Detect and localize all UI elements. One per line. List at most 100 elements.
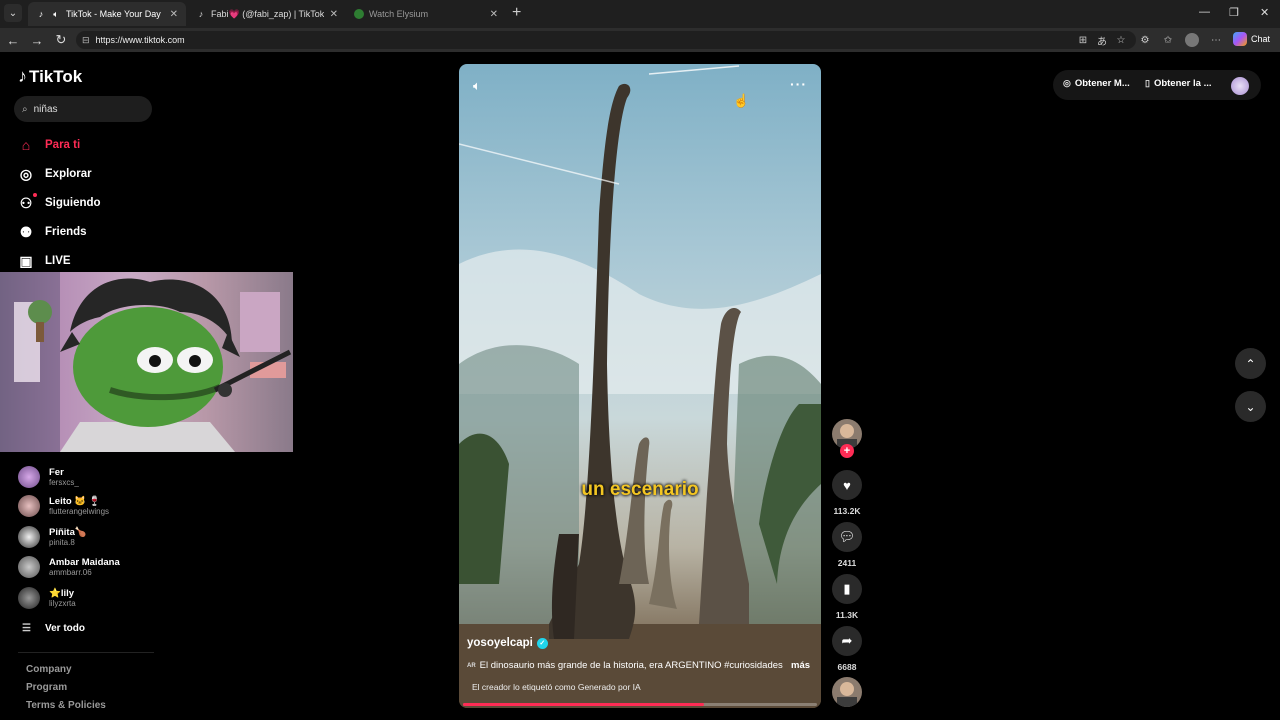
video-progress-bar[interactable] <box>463 703 817 706</box>
speaker-icon[interactable]: 🔈︎ <box>51 9 61 19</box>
phone-icon: ▯ <box>1145 78 1150 88</box>
avatar <box>18 587 40 609</box>
volume-icon[interactable]: 🔈︎ <box>473 78 481 94</box>
extensions-icon[interactable]: ⚙ <box>1138 33 1152 47</box>
save-count: 11.3K <box>835 610 859 620</box>
following-account[interactable]: Fer fersxcs_ <box>18 466 79 488</box>
compass-icon: ◎ <box>19 165 33 182</box>
more-menu-icon[interactable]: ⋯ <box>1209 33 1223 47</box>
nav-item-friends[interactable]: ⚉ Friends <box>18 224 87 240</box>
list-icon: ☰ <box>22 623 31 634</box>
apps-icon[interactable]: ⊞ <box>1076 33 1090 47</box>
new-tab-button[interactable]: + <box>512 5 521 21</box>
browser-tab-bar: ⌄ ♪ 🔈︎ TikTok - Make Your Day ✕ ♪ Fabi💗 … <box>0 0 1280 28</box>
get-app-button[interactable]: ▯ Obtener la ... <box>1145 78 1212 89</box>
star-icon[interactable]: ☆ <box>1114 33 1128 47</box>
following-account[interactable]: Piñita🍗 pinita.8 <box>18 526 87 548</box>
comment-button[interactable]: 💬︎ <box>832 522 862 552</box>
like-button[interactable]: ♥ <box>832 470 862 500</box>
nav-item-live[interactable]: ▣ LIVE <box>18 252 70 269</box>
comment-count: 2411 <box>837 558 857 568</box>
video-player[interactable]: 🔈︎ ··· un escenario yosoyelcapi ✓ AR El … <box>459 64 821 708</box>
footer-link-program[interactable]: Program <box>26 682 106 693</box>
back-icon[interactable]: ← <box>5 32 21 48</box>
footer-links: Company Program Terms & Policies <box>26 664 106 711</box>
bookmark-icon: ▮ <box>843 581 851 596</box>
home-icon: ⌂ <box>21 137 31 153</box>
tiktok-logo[interactable]: ♪ TikTok <box>18 66 82 87</box>
tiktok-icon: ♪ <box>38 9 44 19</box>
tiktok-icon: ♪ <box>198 9 204 19</box>
favorites-icon[interactable]: ✩ <box>1161 33 1175 47</box>
friends-icon: ⚉ <box>19 223 33 240</box>
close-icon[interactable]: ✕ <box>170 9 178 20</box>
close-icon[interactable]: ✕ <box>330 9 338 20</box>
share-icon: ➦ <box>841 633 853 648</box>
next-video-button[interactable]: ⌄ <box>1235 391 1266 422</box>
avatar <box>18 526 40 548</box>
video-author[interactable]: yosoyelcapi ✓ <box>467 637 548 649</box>
heart-icon: ♥ <box>843 477 851 493</box>
live-icon: ▣ <box>19 252 33 269</box>
more-options-icon[interactable]: ··· <box>790 76 807 92</box>
tab-tiktok-home[interactable]: ♪ 🔈︎ TikTok - Make Your Day ✕ <box>28 2 186 26</box>
comment-icon: 💬︎ <box>838 529 856 544</box>
nav-item-explorar[interactable]: ◎ Explorar <box>18 166 92 182</box>
translate-icon[interactable]: あ <box>1095 33 1109 48</box>
profile-avatar[interactable] <box>1185 33 1199 47</box>
sound-avatar[interactable] <box>832 677 862 707</box>
avatar <box>837 682 857 707</box>
notification-dot <box>33 193 37 197</box>
user-avatar[interactable] <box>1231 77 1249 95</box>
restore-icon[interactable]: ❐ <box>1229 6 1239 19</box>
footer-link-company[interactable]: Company <box>26 664 106 675</box>
see-all-button[interactable]: ☰ Ver todo <box>22 623 85 634</box>
minimize-icon[interactable]: — <box>1199 6 1210 18</box>
divider <box>18 652 154 653</box>
chevron-up-icon: ⌃ <box>1245 356 1256 371</box>
like-count: 113.2K <box>833 506 861 516</box>
video-progress-fill <box>463 703 704 706</box>
description-more-link[interactable]: más <box>791 660 810 671</box>
site-info-icon[interactable]: ⊟ <box>82 35 90 46</box>
forward-icon[interactable]: → <box>29 32 45 48</box>
tab-watch-elysium[interactable]: Watch Elysium ✕ <box>346 2 506 26</box>
tab-list-button[interactable]: ⌄ <box>4 4 22 22</box>
video-description: AR El dinosaurio más grande de la histor… <box>467 660 783 671</box>
ai-generated-label: El creador lo etiquetó como Generado por… <box>472 682 641 692</box>
follow-button[interactable]: + <box>840 444 854 458</box>
hand-cursor-icon: ☝ <box>733 93 750 108</box>
share-button[interactable]: ➦ <box>832 626 862 656</box>
nav-item-para-ti[interactable]: ⌂ Para ti <box>18 137 80 153</box>
close-window-icon[interactable]: ✕ <box>1260 6 1269 19</box>
nav-item-siguiendo[interactable]: ⚇ Siguiendo <box>18 193 101 211</box>
avatar <box>18 466 40 488</box>
previous-video-button[interactable]: ⌃ <box>1235 348 1266 379</box>
coin-icon: ◎ <box>1063 78 1071 88</box>
globe-icon <box>354 9 364 19</box>
streamer-avatar-illustration <box>0 272 292 452</box>
footer-link-terms[interactable]: Terms & Policies <box>26 700 106 711</box>
url-text: https://www.tiktok.com <box>95 35 185 45</box>
get-coins-button[interactable]: ◎ Obtener M... <box>1063 78 1130 89</box>
url-field[interactable]: ⊟ https://www.tiktok.com <box>76 31 1136 49</box>
verified-icon: ✓ <box>536 637 548 649</box>
save-button[interactable]: ▮ <box>832 574 862 604</box>
following-account[interactable]: Leito 🐱 🍷 flutterangelwings <box>18 495 109 517</box>
video-frame-dinosaurs <box>459 65 821 708</box>
reload-icon[interactable]: ↻ <box>53 32 69 48</box>
ar-badge: AR <box>467 662 476 669</box>
chevron-down-icon: ⌄ <box>1245 399 1256 414</box>
video-overlay-caption: un escenario <box>581 479 699 500</box>
search-input[interactable]: ⌕ niñas <box>14 96 152 122</box>
tab-fabi-profile[interactable]: ♪ Fabi💗 (@fabi_zap) | TikTok ✕ <box>188 2 346 26</box>
following-icon: ⚇ <box>18 193 37 211</box>
following-account[interactable]: ⭐lily lilyzxrta <box>18 587 76 609</box>
close-icon[interactable]: ✕ <box>490 9 498 20</box>
avatar <box>18 495 40 517</box>
webcam-overlay <box>0 272 293 452</box>
following-account[interactable]: Ambar Maidana ammbarr.06 <box>18 556 120 578</box>
copilot-chat-button[interactable]: Chat <box>1233 32 1270 46</box>
share-count: 6688 <box>837 662 857 672</box>
tiktok-note-icon: ♪ <box>18 66 27 86</box>
